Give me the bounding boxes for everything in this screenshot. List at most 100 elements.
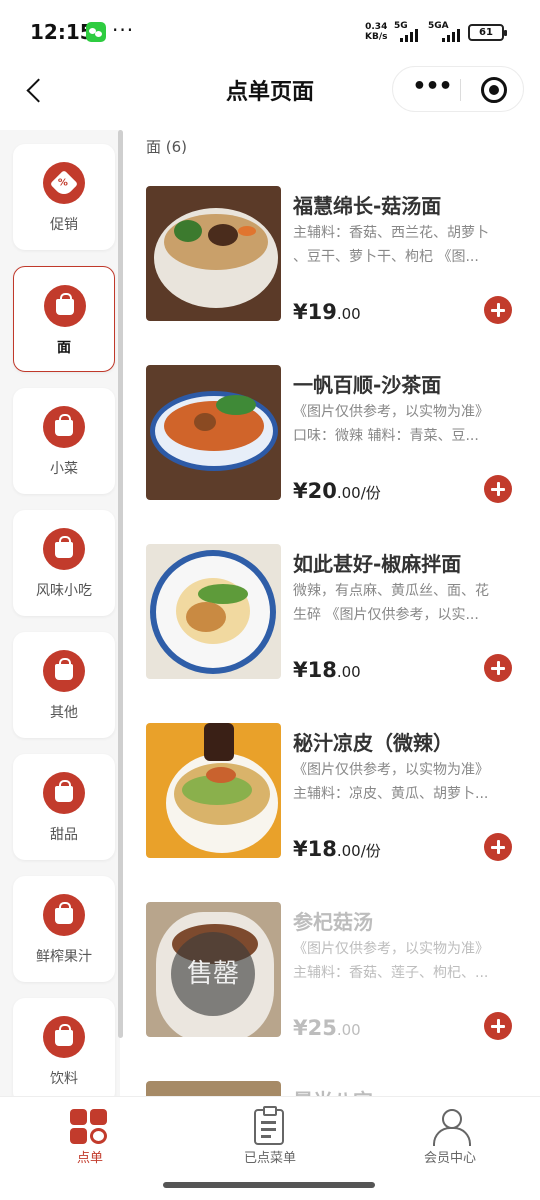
product-list: 面 (6) 福慧绵长-菇汤面 主辅料：香菇、西兰花、胡萝卜 、豆干、萝卜干、枸杞… — [130, 130, 540, 1096]
category-snacks[interactable]: 风味小吃 — [13, 510, 115, 616]
status-time: 12:15 — [30, 20, 94, 44]
add-to-cart-icon[interactable] — [484, 833, 512, 861]
price-main: ¥18 — [293, 837, 337, 861]
add-to-cart-icon[interactable] — [484, 654, 512, 682]
price-cents: .00 — [336, 1021, 361, 1039]
product-item[interactable]: 晨光八宝 — [146, 1081, 526, 1096]
net-speed: 0.34 KB/s — [365, 22, 387, 42]
clipboard-icon — [254, 1106, 284, 1145]
product-image — [146, 365, 281, 500]
product-desc: 、豆干、萝卜干、枸杞 《图... — [293, 249, 479, 265]
nav-ordered-menu[interactable]: 已点菜单 — [210, 1106, 330, 1167]
product-price: ¥25.00 — [293, 1016, 361, 1040]
bag-icon — [44, 285, 86, 327]
order-grid-icon — [70, 1109, 108, 1145]
product-desc: 微辣，有点麻、黄瓜丝、面、花 — [293, 583, 489, 599]
nav-label: 点单 — [76, 1151, 103, 1166]
product-name: 晨光八宝 — [293, 1085, 373, 1096]
nav-member-center[interactable]: 会员中心 — [390, 1107, 510, 1167]
user-icon — [433, 1109, 471, 1146]
product-image — [146, 723, 281, 858]
bag-icon — [43, 650, 85, 692]
nav-label: 会员中心 — [423, 1151, 476, 1166]
category-desserts[interactable]: 甜品 — [13, 754, 115, 860]
add-to-cart-icon[interactable] — [484, 1012, 512, 1040]
category-sidebar: 促销 面 小菜 风味小吃 其他 甜品 鲜榨果汁 饮料 — [0, 130, 120, 1096]
product-name: 秘汁凉皮（微辣） — [293, 731, 453, 755]
product-item[interactable]: 如此甚好-椒麻拌面 微辣，有点麻、黄瓜丝、面、花 生碎 《图片仅供参考，以实..… — [146, 544, 526, 694]
wechat-icon — [86, 22, 106, 42]
order-page: 12:15 ··· 0.34 KB/s 5G 5GA 61 点单页面 ••• %… — [0, 0, 540, 1200]
price-cents: .00 — [336, 305, 361, 323]
category-noodles[interactable]: 面 — [13, 266, 115, 372]
product-image — [146, 544, 281, 679]
product-price: ¥18.00 — [293, 658, 361, 682]
product-item[interactable]: 售罄 参杞菇汤 《图片仅供参考，以实物为准》 主辅料：香菇、莲子、枸杞、... … — [146, 902, 526, 1052]
sidebar-scrollbar[interactable] — [118, 130, 123, 1038]
category-side-dishes[interactable]: 小菜 — [13, 388, 115, 494]
product-item[interactable]: 秘汁凉皮（微辣） 《图片仅供参考，以实物为准》 主辅料：凉皮、黄瓜、胡萝卜...… — [146, 723, 526, 873]
product-desc: 主辅料：香菇、西兰花、胡萝卜 — [293, 225, 489, 241]
product-desc: 主辅料：凉皮、黄瓜、胡萝卜... — [293, 786, 489, 802]
home-indicator[interactable] — [163, 1182, 375, 1188]
net-speed-unit: KB/s — [365, 32, 388, 42]
add-to-cart-icon[interactable] — [484, 475, 512, 503]
category-label: 其他 — [50, 705, 78, 721]
status-bar: 12:15 ··· 0.34 KB/s 5G 5GA 61 — [0, 0, 540, 62]
category-juice[interactable]: 鲜榨果汁 — [13, 876, 115, 982]
bag-icon — [43, 1016, 85, 1058]
category-label: 小菜 — [50, 461, 78, 477]
status-more-dots: ··· — [112, 18, 135, 42]
battery-icon: 61 — [468, 24, 507, 41]
product-desc: 《图片仅供参考，以实物为准》 — [293, 941, 489, 957]
close-target-icon[interactable] — [481, 77, 507, 103]
category-other[interactable]: 其他 — [13, 632, 115, 738]
product-image: 售罄 — [146, 902, 281, 1037]
nav-label: 已点菜单 — [243, 1151, 296, 1166]
product-item[interactable]: 一帆百顺-沙茶面 《图片仅供参考，以实物为准》 口味：微辣 辅料：青菜、豆...… — [146, 365, 526, 515]
bag-icon — [43, 406, 85, 448]
product-desc: 《图片仅供参考，以实物为准》 — [293, 762, 489, 778]
product-image — [146, 1081, 281, 1096]
product-name: 福慧绵长-菇汤面 — [293, 194, 442, 218]
category-label: 甜品 — [50, 827, 78, 843]
bag-icon — [43, 894, 85, 936]
product-desc: 主辅料：香菇、莲子、枸杞、... — [293, 965, 489, 981]
category-label: 面 — [57, 340, 71, 356]
net-speed-value: 0.34 — [365, 22, 388, 32]
product-desc: 生碎 《图片仅供参考，以实... — [293, 607, 479, 623]
category-label: 促销 — [50, 217, 78, 233]
product-name: 一帆百顺-沙茶面 — [293, 373, 442, 397]
price-cents: .00 — [336, 663, 361, 681]
product-item[interactable]: 福慧绵长-菇汤面 主辅料：香菇、西兰花、胡萝卜 、豆干、萝卜干、枸杞 《图...… — [146, 186, 526, 336]
bag-icon — [43, 772, 85, 814]
category-label: 风味小吃 — [36, 583, 92, 599]
signal-2-icon — [442, 26, 460, 42]
soldout-badge: 售罄 — [171, 932, 255, 1016]
product-price: ¥19.00 — [293, 300, 361, 324]
price-main: ¥19 — [293, 300, 337, 324]
product-desc: 《图片仅供参考，以实物为准》 — [293, 404, 489, 420]
price-unit: /份 — [360, 842, 381, 860]
category-label: 饮料 — [50, 1071, 78, 1087]
mini-program-capsule: ••• — [392, 66, 524, 112]
add-to-cart-icon[interactable] — [484, 296, 512, 324]
price-main: ¥18 — [293, 658, 337, 682]
more-menu-icon[interactable]: ••• — [409, 67, 455, 111]
product-desc: 口味：微辣 辅料：青菜、豆... — [293, 428, 479, 444]
nav-header: 点单页面 ••• — [0, 62, 540, 118]
price-cents: .00 — [336, 842, 361, 860]
bag-icon — [43, 528, 85, 570]
price-main: ¥25 — [293, 1016, 337, 1040]
product-name: 参杞菇汤 — [293, 910, 373, 934]
price-unit: /份 — [360, 484, 381, 502]
price-cents: .00 — [336, 484, 361, 502]
nav-order[interactable]: 点单 — [30, 1107, 150, 1167]
category-promo[interactable]: 促销 — [13, 144, 115, 250]
product-name: 如此甚好-椒麻拌面 — [293, 552, 462, 576]
section-title: 面 (6) — [146, 138, 188, 156]
signal-1-icon — [400, 26, 418, 42]
category-drinks[interactable]: 饮料 — [13, 998, 115, 1096]
product-price: ¥18.00/份 — [293, 837, 381, 861]
price-main: ¥20 — [293, 479, 337, 503]
